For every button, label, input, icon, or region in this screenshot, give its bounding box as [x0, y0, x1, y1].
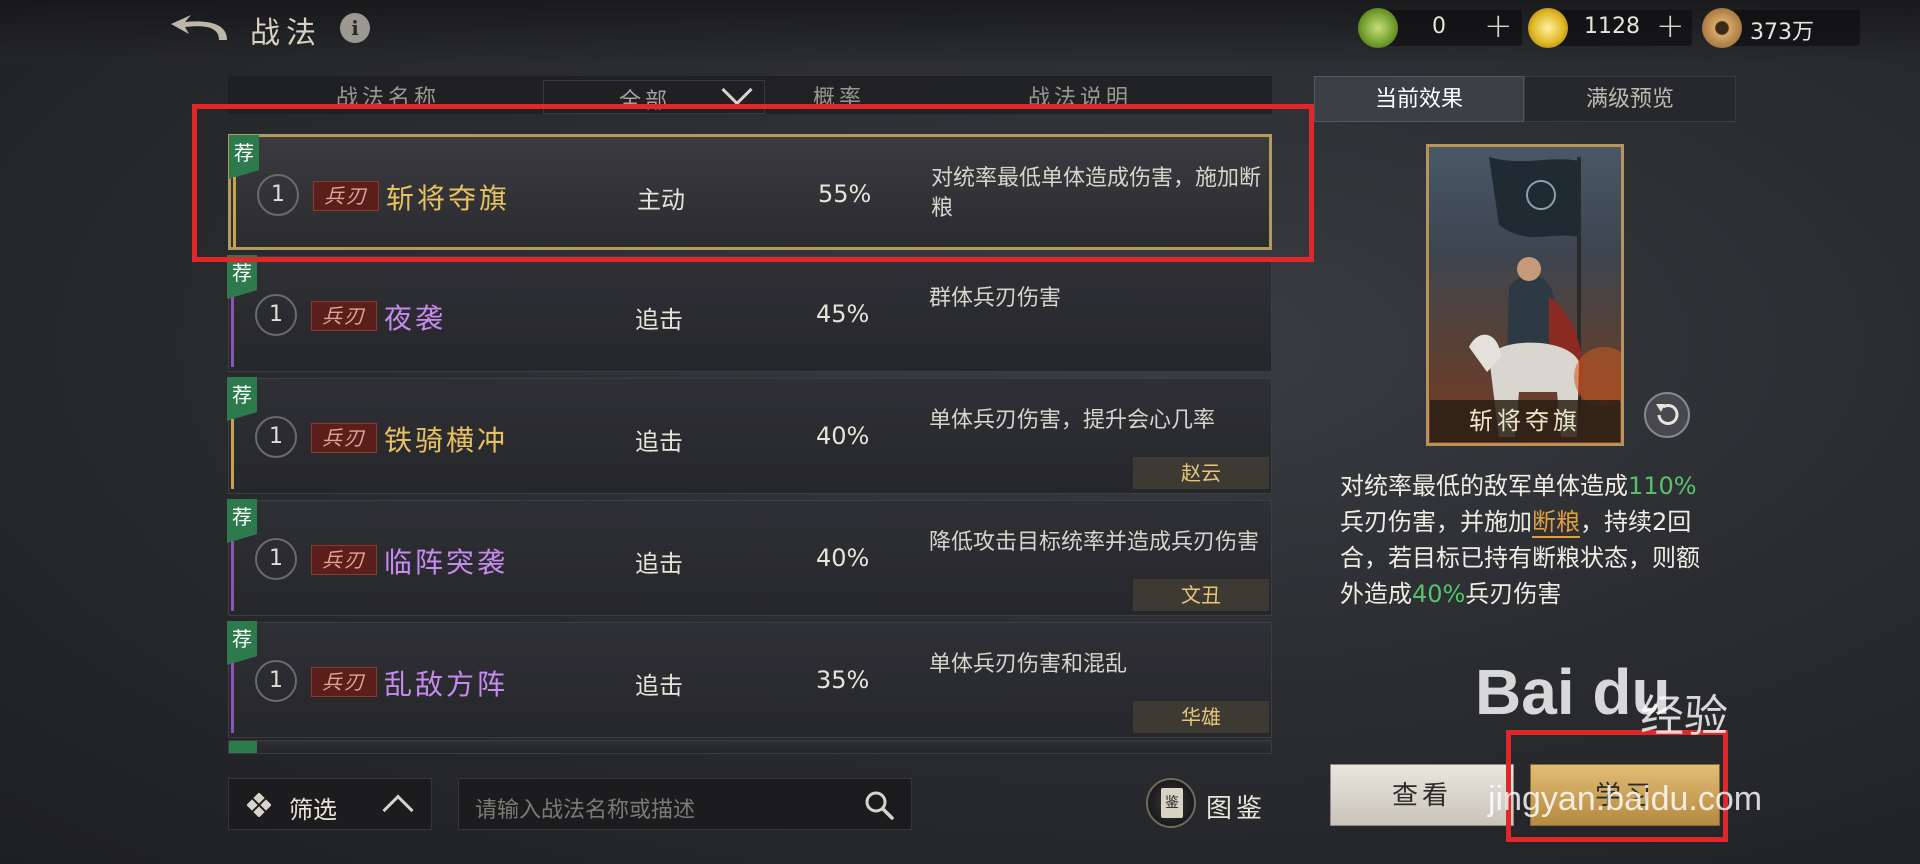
skill-description: 群体兵刃伤害 — [929, 286, 1062, 311]
skill-type: 追击 — [635, 550, 683, 578]
page-title: 战法 — [250, 16, 322, 51]
highlight-box — [192, 104, 1314, 262]
info-icon[interactable]: i — [340, 13, 370, 43]
skill-card-name: 斩将夺旗 — [1430, 400, 1620, 442]
hero-tag: 赵云 — [1133, 457, 1269, 489]
skill-row-partial[interactable] — [228, 740, 1272, 754]
refresh-icon — [1656, 404, 1679, 425]
tab-max-level-preview[interactable]: 满级预览 — [1524, 76, 1736, 122]
weapon-tag: 兵刃 — [311, 423, 377, 453]
skill-description: 单体兵刃伤害，提升会心几率 — [929, 408, 1216, 433]
weapon-tag: 兵刃 — [311, 301, 377, 331]
skill-row[interactable]: 荐 1 兵刃 临阵突袭 追击 40% 降低攻击目标统率并造成兵刃伤害 文丑 — [227, 499, 1272, 616]
skill-level: 1 — [255, 294, 297, 336]
add-gold-button[interactable]: + — [1656, 6, 1685, 46]
chevron-down-icon — [721, 74, 753, 106]
skill-effect-text: 对统率最低的敌军单体造成110%兵刃伤害，并施加断粮，持续2回合，若目标已持有断… — [1340, 468, 1720, 612]
skill-level: 1 — [255, 416, 297, 458]
add-jade-button[interactable]: + — [1484, 6, 1513, 46]
skill-type: 追击 — [635, 306, 683, 334]
skill-probability: 35% — [816, 666, 870, 694]
skill-level: 1 — [255, 538, 297, 580]
tab-current-effect[interactable]: 当前效果 — [1314, 76, 1524, 122]
skill-name: 乱敌方阵 — [384, 668, 509, 701]
skill-probability: 45% — [816, 300, 870, 328]
watermark-jingyan: 经验 — [1640, 691, 1728, 742]
skill-type: 追击 — [635, 428, 683, 456]
filter-icon — [247, 793, 271, 817]
copper-coin-icon — [1702, 8, 1742, 48]
search-input[interactable]: 请输入战法名称或描述 — [458, 778, 912, 830]
copper-value: 373万 — [1750, 20, 1814, 45]
chevron-up-icon — [382, 794, 414, 826]
skill-description: 降低攻击目标统率并造成兵刃伤害 — [929, 530, 1260, 555]
skill-row[interactable]: 荐 1 兵刃 铁骑横冲 追击 40% 单体兵刃伤害，提升会心几率 赵云 — [227, 377, 1272, 494]
skill-name: 铁骑横冲 — [384, 424, 509, 457]
view-button[interactable]: 查看 — [1330, 764, 1514, 826]
watermark-url: jingyan.baidu.com — [1488, 780, 1763, 818]
effect-value: 110% — [1628, 472, 1697, 500]
effect-part: 兵刃伤害 — [1465, 580, 1562, 608]
codex-icon[interactable]: 鉴 — [1146, 778, 1196, 828]
effect-part: 兵刃伤害，并施加 — [1340, 508, 1532, 536]
row-accent — [231, 297, 234, 367]
effect-value: 40% — [1412, 580, 1466, 608]
hero-tag: 文丑 — [1133, 579, 1269, 611]
skill-row[interactable]: 荐 1 兵刃 乱敌方阵 追击 35% 单体兵刃伤害和混乱 华雄 — [227, 621, 1272, 738]
skill-level: 1 — [255, 660, 297, 702]
row-accent — [231, 663, 234, 733]
search-placeholder: 请输入战法名称或描述 — [475, 798, 696, 823]
jade-coin-icon — [1358, 8, 1398, 48]
skill-description: 单体兵刃伤害和混乱 — [929, 652, 1128, 677]
row-accent — [231, 541, 234, 611]
effect-keyword[interactable]: 断粮 — [1532, 508, 1580, 538]
skill-name: 夜袭 — [384, 302, 447, 335]
rotate-card-button[interactable] — [1644, 392, 1690, 438]
hero-tag: 华雄 — [1133, 701, 1269, 733]
filter-button[interactable]: 筛选 — [228, 778, 432, 830]
skill-probability: 40% — [816, 422, 870, 450]
codex-icon-text: 鉴 — [1161, 788, 1183, 818]
weapon-tag: 兵刃 — [311, 667, 377, 697]
row-accent — [231, 419, 234, 489]
codex-label[interactable]: 图鉴 — [1206, 788, 1266, 825]
gold-coin-icon — [1528, 8, 1568, 48]
recommend-tag: 荐 — [227, 499, 257, 543]
skill-type: 追击 — [635, 672, 683, 700]
gold-value: 1128 — [1584, 14, 1640, 39]
effect-part: 对统率最低的敌军单体造成 — [1340, 472, 1628, 500]
jade-value: 0 — [1432, 14, 1446, 39]
weapon-tag: 兵刃 — [311, 545, 377, 575]
recommend-tag: 荐 — [227, 377, 257, 421]
skill-probability: 40% — [816, 544, 870, 572]
filter-label: 筛选 — [289, 796, 337, 824]
search-icon[interactable] — [863, 789, 895, 821]
back-arrow-icon[interactable] — [165, 12, 235, 48]
recommend-tag — [229, 741, 257, 753]
skill-row[interactable]: 荐 1 兵刃 夜袭 追击 45% 群体兵刃伤害 — [227, 255, 1272, 372]
skill-name: 临阵突袭 — [384, 546, 509, 579]
recommend-tag: 荐 — [227, 621, 257, 665]
